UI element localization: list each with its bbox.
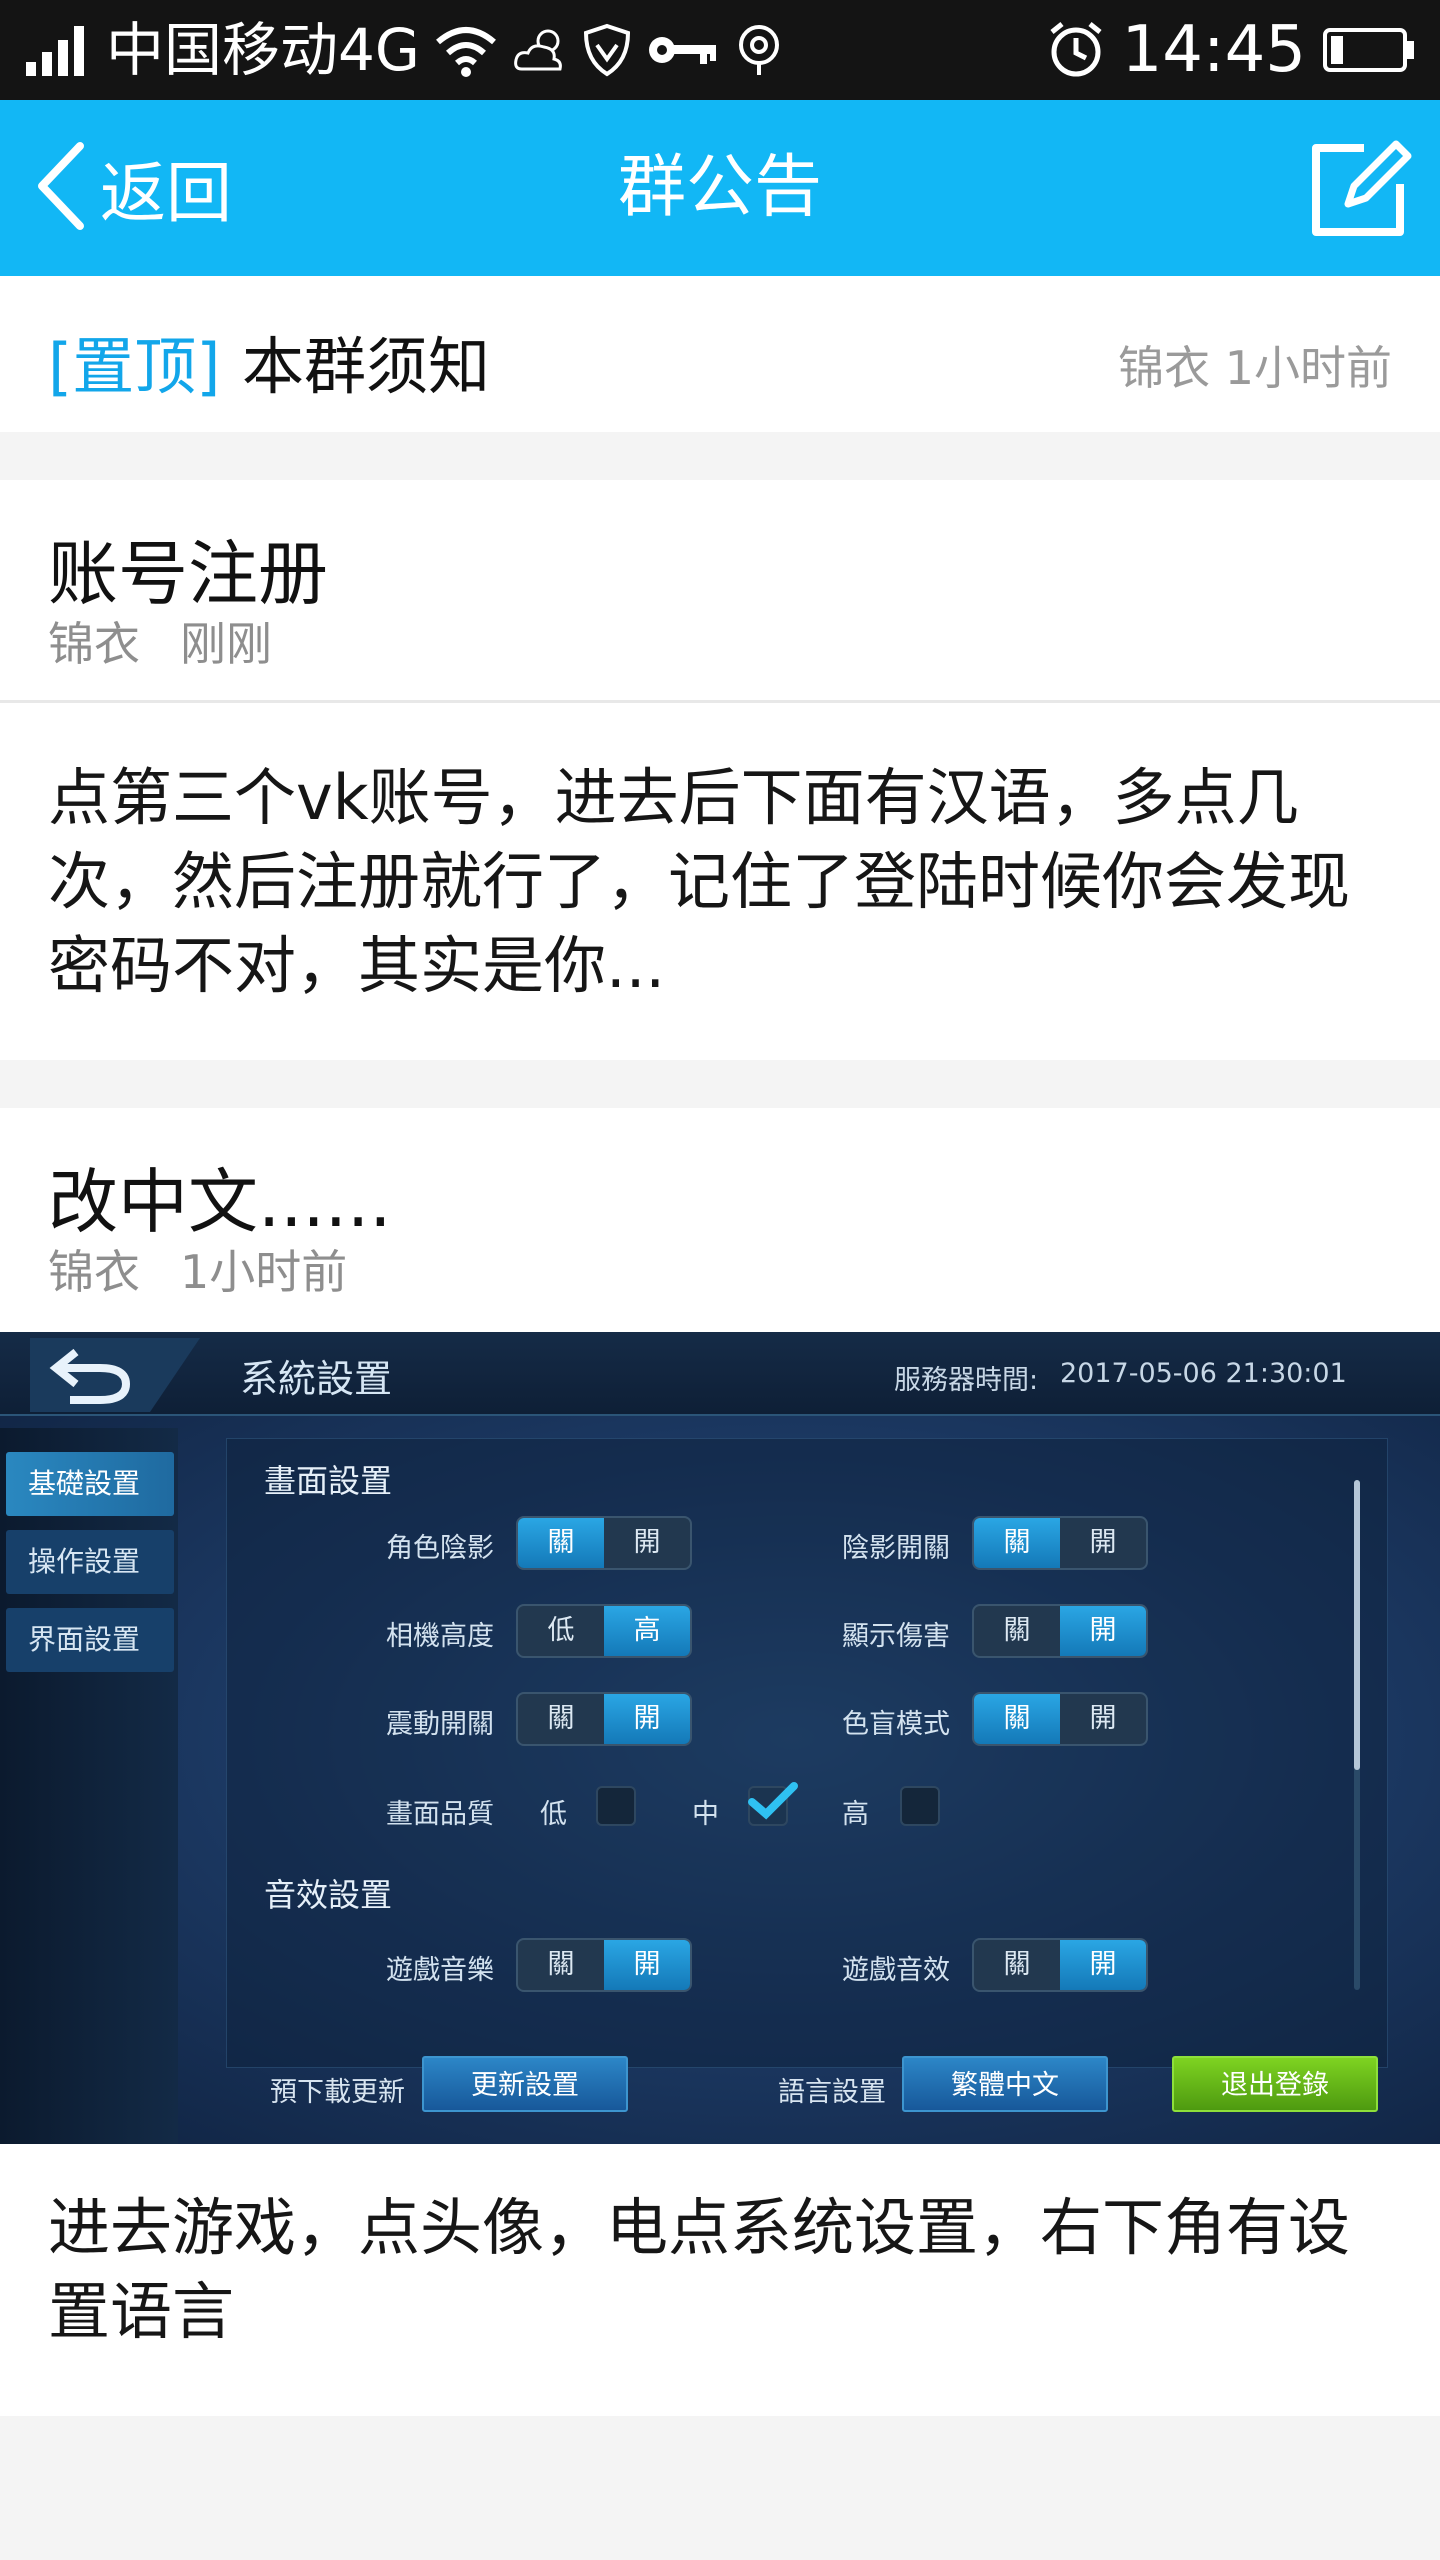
toggle-option: 低: [547, 1615, 575, 1646]
announcement-title: 账号注册: [48, 533, 328, 615]
setting-label: 畫面品質: [386, 1799, 494, 1830]
announcement-author: 锦衣: [48, 617, 140, 671]
tab-interface: 界面設置: [6, 1608, 174, 1672]
pinned-meta: 锦衣 1小时前: [1118, 341, 1392, 395]
language-button: 繁體中文: [902, 2056, 1108, 2112]
title-bar: 返回 群公告: [0, 100, 1440, 276]
server-time: 2017-05-06 21:30:01: [1060, 1358, 1347, 1389]
checkbox: [900, 1786, 940, 1826]
announcement-card[interactable]: 账号注册 锦衣 刚刚 点第三个vk账号，进去后下面有汉语，多点几次，然后注册就行了…: [0, 480, 1440, 1060]
shield-icon: [582, 23, 632, 77]
language-label: 語言設置: [778, 2077, 886, 2108]
toggle-option: 關: [1003, 1615, 1031, 1646]
attached-screenshot[interactable]: 系統設置 服務器時間: 2017-05-06 21:30:01 基礎設置 操作設…: [0, 1332, 1440, 2144]
checkmark-icon: [748, 1782, 798, 1820]
toggle-option: 關: [974, 1694, 1060, 1744]
section-audio: 音效設置: [264, 1876, 393, 1914]
announcement-author: 锦衣: [48, 1245, 140, 1299]
toggle: 關 開: [516, 1692, 692, 1746]
toggle-option: 開: [633, 1527, 661, 1558]
toggle-option: 關: [547, 1949, 575, 1980]
weather-icon: [512, 25, 568, 75]
setting-label: 相機高度: [386, 1621, 494, 1652]
announcement-body: 进去游戏，点头像，电点系统设置，右下角有设置语言: [48, 2191, 1351, 2348]
setting-label: 遊戲音樂: [386, 1955, 494, 1986]
checkbox: [748, 1782, 798, 1826]
toggle: 低 高: [516, 1604, 692, 1658]
wifi-icon: [434, 22, 498, 78]
quality-option-label: 中: [692, 1799, 719, 1830]
toggle-option: 關: [547, 1703, 575, 1734]
toggle-option: 開: [604, 1940, 690, 1990]
setting-label: 震動開關: [386, 1709, 494, 1740]
section-display: 畫面設置: [264, 1462, 393, 1500]
back-label: 返回: [100, 155, 232, 232]
signal-icon: [24, 22, 92, 78]
pinned-title: 本群须知: [242, 330, 491, 403]
pinned-announcement[interactable]: [置顶] 本群须知 锦衣 1小时前: [0, 276, 1440, 432]
toggle-option: 關: [974, 1518, 1060, 1568]
settings-sidebar: 基礎設置 操作設置 界面設置: [0, 1428, 178, 2144]
announcement-time: 刚刚: [180, 617, 272, 671]
toggle: 關 開: [972, 1516, 1148, 1570]
pinned-tag: [置顶]: [48, 330, 221, 403]
server-time-label: 服務器時間:: [894, 1365, 1039, 1396]
toggle: 關 開: [972, 1938, 1148, 1992]
back-button[interactable]: 返回: [34, 100, 232, 276]
screenshot-title: 系統設置: [240, 1357, 393, 1401]
screenshot-header: 系統設置 服務器時間: 2017-05-06 21:30:01: [0, 1332, 1440, 1416]
update-settings-button: 更新設置: [422, 2056, 628, 2112]
edit-icon: [1304, 140, 1414, 248]
battery-icon: [1322, 25, 1416, 75]
announcement-body: 点第三个vk账号，进去后下面有汉语，多点几次，然后注册就行了，记住了登陆时候你会…: [48, 761, 1351, 1002]
announcement-title: 改中文......: [48, 1161, 392, 1243]
toggle-option: 高: [604, 1606, 690, 1656]
status-bar: 中国移动4G 14:45: [0, 0, 1440, 100]
toggle-option: 開: [1089, 1703, 1117, 1734]
announcement-meta: 锦衣 1小时前: [48, 1236, 387, 1302]
clock-time: 14:45: [1121, 13, 1306, 87]
toggle-option: 關: [518, 1518, 604, 1568]
location-icon: [734, 23, 784, 77]
scrollbar-thumb: [1354, 1480, 1360, 1770]
toggle-option: 開: [1089, 1527, 1117, 1558]
quality-option-label: 低: [540, 1799, 567, 1830]
divider: [0, 700, 1440, 703]
toggle-option: 開: [1060, 1940, 1146, 1990]
toggle-option: 開: [604, 1694, 690, 1744]
toggle-option: 關: [1003, 1949, 1031, 1980]
toggle: 關 開: [516, 1516, 692, 1570]
predownload-label: 預下載更新: [270, 2077, 405, 2108]
setting-label: 顯示傷害: [842, 1621, 950, 1652]
toggle: 關 開: [972, 1604, 1148, 1658]
setting-label: 角色陰影: [386, 1533, 494, 1564]
setting-label: 遊戲音效: [842, 1955, 950, 1986]
announcement-time: 1小时前: [180, 1245, 348, 1299]
tab-controls: 操作設置: [6, 1530, 174, 1594]
tab-basic: 基礎設置: [6, 1452, 174, 1516]
logout-button: 退出登錄: [1172, 2056, 1378, 2112]
quality-option-label: 高: [842, 1799, 869, 1830]
chevron-left-icon: [34, 140, 90, 236]
edit-button[interactable]: [1304, 134, 1414, 244]
toggle: 關 開: [516, 1938, 692, 1992]
announcement-meta: 锦衣 刚刚: [48, 608, 312, 674]
setting-label: 色盲模式: [842, 1709, 950, 1740]
return-arrow-icon: [30, 1338, 200, 1412]
checkbox: [596, 1786, 636, 1826]
toggle: 關 開: [972, 1692, 1148, 1746]
setting-label: 陰影開關: [842, 1533, 950, 1564]
toggle-option: 開: [1060, 1606, 1146, 1656]
key-icon: [646, 30, 720, 70]
carrier-label: 中国移动4G: [106, 16, 420, 84]
alarm-icon: [1046, 20, 1106, 80]
